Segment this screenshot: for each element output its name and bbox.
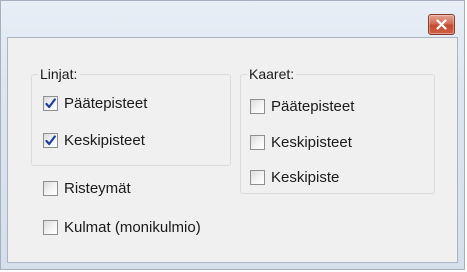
lines-midpoints-option[interactable]: Keskipisteet [43, 130, 145, 150]
lines-endpoints-label: Päätepisteet [64, 94, 148, 112]
arcs-centerpoint-label: Keskipiste [271, 168, 340, 186]
corners-checkbox[interactable] [43, 219, 58, 235]
arcs-endpoints-checkbox[interactable] [250, 98, 265, 114]
lines-endpoints-option[interactable]: Päätepisteet [43, 93, 147, 113]
arcs-midpoints-option[interactable]: Keskipisteet [250, 132, 352, 152]
corners-label: Kulmat (monikulmio) [64, 218, 201, 236]
arcs-endpoints-label: Päätepisteet [271, 97, 355, 115]
lines-midpoints-label: Keskipisteet [64, 131, 145, 149]
dialog-window: Linjat: Päätepisteet Keskipisteet Ristey… [0, 0, 465, 270]
intersections-option[interactable]: Risteymät [43, 178, 131, 198]
lines-group: Linjat: [31, 66, 231, 166]
arcs-midpoints-checkbox[interactable] [250, 134, 265, 150]
close-icon [436, 15, 447, 34]
checkmark-icon [45, 97, 56, 108]
corners-option[interactable]: Kulmat (monikulmio) [43, 217, 201, 237]
arcs-centerpoint-option[interactable]: Keskipiste [250, 167, 339, 187]
checkmark-icon [45, 134, 56, 145]
lines-endpoints-checkbox[interactable] [43, 95, 58, 111]
title-bar[interactable] [1, 1, 464, 37]
close-button[interactable] [428, 14, 455, 35]
arcs-centerpoint-checkbox[interactable] [250, 169, 265, 185]
intersections-label: Risteymät [64, 179, 131, 197]
arcs-midpoints-label: Keskipisteet [271, 133, 352, 151]
arcs-group-label: Kaaret: [247, 66, 297, 82]
lines-group-label: Linjat: [38, 66, 80, 82]
dialog-content: Linjat: Päätepisteet Keskipisteet Ristey… [7, 37, 458, 263]
lines-midpoints-checkbox[interactable] [43, 132, 58, 148]
intersections-checkbox[interactable] [43, 180, 58, 196]
arcs-endpoints-option[interactable]: Päätepisteet [250, 96, 354, 116]
